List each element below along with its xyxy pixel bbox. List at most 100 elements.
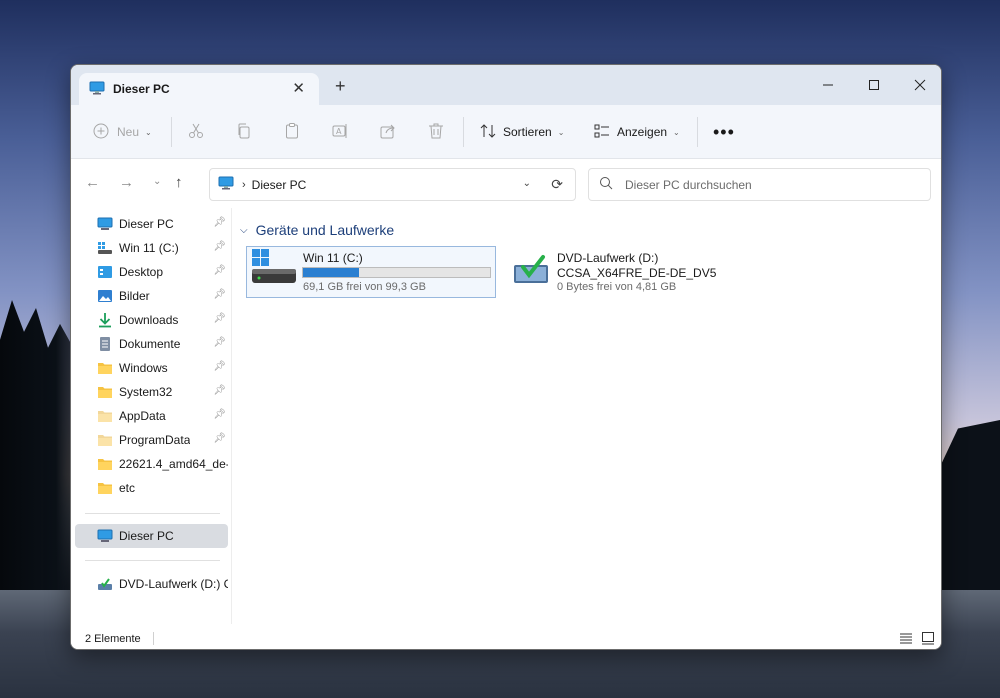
toolbar-divider [697,117,698,147]
sidebar-item-label: Windows [119,361,168,375]
sidebar-item-downloads[interactable]: Downloads 📌︎ [75,308,228,332]
pin-icon: 📌︎ [213,433,226,444]
new-button[interactable]: Neu ⌄ [93,120,152,144]
sidebar-item-system32[interactable]: System32 📌︎ [75,380,228,404]
trash-icon [427,122,445,143]
folder-icon [97,408,113,424]
sort-label: Sortieren [503,125,552,139]
details-view-icon[interactable] [899,631,913,645]
sidebar-item-dvd-drive[interactable]: DVD-Laufwerk (D:) C [75,572,228,596]
search-input[interactable]: Dieser PC durchsuchen [588,168,931,201]
address-bar[interactable]: › Dieser PC ⌄ ⟳ [209,168,576,201]
sidebar-item-22621[interactable]: 22621.4_amd64_de-d [75,452,228,476]
view-list-icon [593,122,611,143]
forward-arrow-icon[interactable]: → [119,174,134,191]
document-icon [97,336,113,352]
folder-icon [97,384,113,400]
paste-button[interactable] [283,120,301,144]
pin-icon: 📌︎ [213,265,226,276]
chevron-down-icon: ⌄ [145,127,152,137]
sidebar-item-appdata[interactable]: AppData 📌︎ [75,404,228,428]
sidebar-item-label: DVD-Laufwerk (D:) C [119,577,228,591]
sidebar-item-desktop[interactable]: Desktop 📌︎ [75,260,228,284]
dvd-drive-icon [97,576,113,592]
sidebar-item-dokumente[interactable]: Dokumente 📌︎ [75,332,228,356]
toolbar-divider [171,117,172,147]
pin-icon: 📌︎ [213,289,226,300]
up-arrow-icon[interactable]: ↑ [175,174,183,191]
sidebar-item-label: 22621.4_amd64_de-d [119,457,228,471]
close-tab-icon[interactable]: ✕ [292,79,305,97]
drive-tile-c[interactable]: Win 11 (C:) 69,1 GB frei von 99,3 GB [246,246,496,298]
sidebar-item-label: AppData [119,409,166,423]
pin-icon: 📌︎ [213,241,226,252]
sidebar-item-bilder[interactable]: Bilder 📌︎ [75,284,228,308]
folder-icon [97,432,113,448]
desktop-icon [97,264,113,280]
windows-drive-icon [251,249,297,292]
copy-button[interactable] [235,120,253,144]
sidebar-item-etc[interactable]: etc [75,476,228,500]
item-count: 2 Elemente [85,633,141,645]
group-title: Geräte und Laufwerke [255,222,395,238]
share-button[interactable] [379,120,397,144]
tab-title: Dieser PC [113,82,170,96]
sidebar-item-this-pc[interactable]: Dieser PC [75,524,228,548]
chevron-down-icon: ⌄ [557,127,565,137]
view-button[interactable]: Anzeigen ⌄ [593,120,680,144]
pictures-icon [97,288,113,304]
folder-icon [97,360,113,376]
pin-icon: 📌︎ [213,313,226,324]
sort-button[interactable]: Sortieren ⌄ [479,120,564,144]
drive-usage-bar [302,267,491,278]
sidebar-item-label: Downloads [119,313,179,327]
rename-button[interactable]: A [331,120,349,144]
navigation-pane: Dieser PC 📌︎ Win 11 (C:) 📌︎ Desktop 📌︎ B… [71,208,231,624]
minimize-button[interactable] [805,71,851,99]
close-window-button[interactable] [897,71,941,99]
chevron-down-icon: ⌄ [673,127,680,137]
monitor-icon [218,175,234,194]
sidebar-item-programdata[interactable]: ProgramData 📌︎ [75,428,228,452]
breadcrumb-chevron-icon: › [242,178,246,191]
copy-icon [235,122,253,143]
svg-text:A: A [336,127,342,136]
sidebar-item-label: System32 [119,385,173,399]
status-divider [153,632,154,645]
address-dropdown-icon[interactable]: ⌄ [523,178,531,189]
clipboard-icon [283,122,301,143]
sidebar-item-label: ProgramData [119,433,191,447]
tiles-view-icon[interactable] [921,631,935,645]
delete-button[interactable] [427,120,445,144]
cut-button[interactable] [187,120,205,144]
pin-icon: 📌︎ [213,409,226,420]
back-arrow-icon[interactable]: ← [85,174,100,191]
navigation-bar: ← → ⌄ ↑ › Dieser PC ⌄ ⟳ Dieser PC durchs… [71,160,941,208]
sidebar-divider [85,513,220,514]
new-tab-button[interactable]: + [335,77,346,95]
more-options-button[interactable]: ••• [713,120,735,144]
maximize-button[interactable] [851,71,897,99]
folder-icon [97,456,113,472]
drive-free-space: 0 Bytes frei von 4,81 GB [557,281,677,293]
view-label: Anzeigen [617,125,668,139]
pin-icon: 📌︎ [213,217,226,228]
drive-tile-d[interactable]: DVD-Laufwerk (D:) CCSA_X64FRE_DE-DE_DV5 … [500,246,750,298]
chevron-down-icon: ⌵ [240,224,248,236]
monitor-icon [97,216,113,232]
breadcrumb[interactable]: Dieser PC [252,178,307,192]
sidebar-item-label: Dokumente [119,337,181,351]
rename-icon: A [331,122,349,143]
sort-icon [479,122,497,143]
sidebar-item-label: Dieser PC [119,217,174,231]
group-header-devices[interactable]: ⌵ Geräte und Laufwerke [240,222,394,238]
recent-locations-chevron-icon[interactable]: ⌄ [153,176,161,187]
folder-icon [97,480,113,496]
pin-icon: 📌︎ [213,361,226,372]
sidebar-item-windows[interactable]: Windows 📌︎ [75,356,228,380]
sidebar-item-dieser-pc[interactable]: Dieser PC 📌︎ [75,212,228,236]
tab-dieser-pc[interactable]: Dieser PC ✕ [79,73,319,105]
refresh-icon[interactable]: ⟳ [551,176,563,193]
sidebar-item-win11[interactable]: Win 11 (C:) 📌︎ [75,236,228,260]
pin-icon: 📌︎ [213,337,226,348]
